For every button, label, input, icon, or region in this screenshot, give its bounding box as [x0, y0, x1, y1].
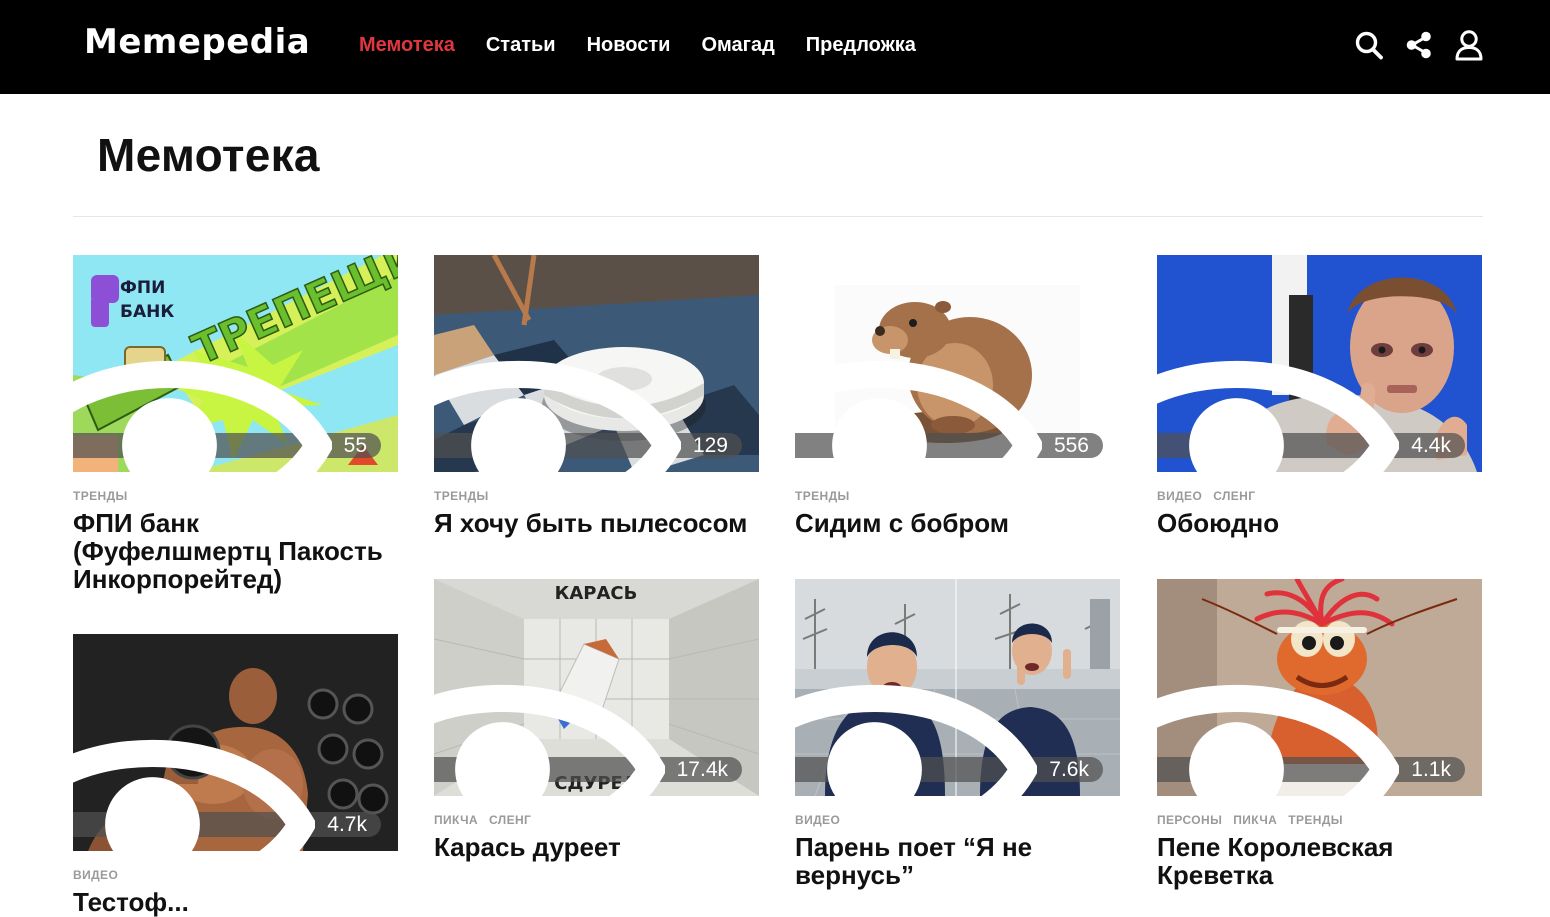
view-count: 556 — [1053, 433, 1089, 457]
meme-card[interactable]: 4.7k ВИДЕО Тестоф... — [73, 634, 398, 916]
card-thumbnail[interactable]: 129 — [434, 255, 759, 472]
card-title[interactable]: Я хочу быть пылесосом — [434, 509, 759, 537]
eye-icon — [434, 361, 681, 472]
view-count: 55 — [343, 433, 367, 457]
view-count: 4.7k — [327, 812, 367, 836]
card-title[interactable]: Сидим с бобром — [795, 509, 1120, 537]
card-tags: ТРЕНДЫ — [434, 489, 759, 503]
view-count-badge: 556 — [795, 361, 1103, 472]
header-actions — [1354, 29, 1484, 61]
view-count: 4.4k — [1411, 433, 1451, 457]
tag-pic[interactable]: ПИКЧА — [1233, 813, 1277, 827]
view-count-badge: 4.7k — [73, 740, 381, 851]
card-title[interactable]: Обоюдно — [1157, 509, 1482, 537]
card-tags: ТРЕНДЫ — [795, 489, 1120, 503]
eye-icon — [1157, 361, 1400, 472]
svg-text:БАНК: БАНК — [120, 302, 174, 322]
card-tags: ТРЕНДЫ — [73, 489, 398, 503]
card-tags: ВИДЕО — [73, 868, 398, 882]
view-count-badge: 4.4k — [1157, 361, 1465, 472]
card-title[interactable]: ФПИ банк (Фуфелшмертц Пакость Инкорпорей… — [73, 509, 398, 593]
tag-video[interactable]: ВИДЕО — [795, 813, 840, 827]
user-icon[interactable] — [1454, 29, 1484, 61]
view-count: 1.1k — [1411, 757, 1451, 781]
card-title[interactable]: Парень поет “Я не вернусь” — [795, 833, 1120, 889]
search-icon[interactable] — [1354, 29, 1384, 61]
tag-persons[interactable]: ПЕРСОНЫ — [1157, 813, 1222, 827]
card-tags: ПИКЧА СЛЕНГ — [434, 813, 759, 827]
tag-trends[interactable]: ТРЕНДЫ — [73, 489, 128, 503]
top-navigation-bar: Memepedia Мемотека Статьи Новости Омагад… — [0, 0, 1550, 94]
tag-video[interactable]: ВИДЕО — [73, 868, 118, 882]
meme-card[interactable]: 7.6k ВИДЕО Парень поет “Я не вернусь” — [795, 579, 1120, 889]
eye-icon — [73, 740, 316, 851]
card-title[interactable]: Пепе Королевская Креветка — [1157, 833, 1482, 889]
tag-video[interactable]: ВИДЕО — [1157, 489, 1202, 503]
eye-icon — [73, 361, 332, 472]
image-caption-top: КАРАСЬ — [555, 583, 638, 604]
tag-pic[interactable]: ПИКЧА — [434, 813, 478, 827]
eye-icon — [795, 685, 1038, 796]
nav-item-articles[interactable]: Статьи — [486, 32, 556, 58]
meme-card[interactable]: 4.4k ВИДЕО СЛЕНГ Обоюдно — [1157, 255, 1482, 537]
nav-item-omagad[interactable]: Омагад — [701, 32, 774, 58]
card-title[interactable]: Карась дуреет — [434, 833, 759, 861]
view-count-badge: 55 — [73, 361, 381, 472]
card-tags: ПЕРСОНЫ ПИКЧА ТРЕНДЫ — [1157, 813, 1482, 827]
card-title[interactable]: Тестоф... — [73, 888, 398, 916]
share-icon[interactable] — [1404, 29, 1434, 61]
tag-slang[interactable]: СЛЕНГ — [1213, 489, 1255, 503]
view-count: 17.4k — [676, 757, 728, 781]
view-count: 7.6k — [1049, 757, 1089, 781]
view-count: 129 — [692, 433, 728, 457]
card-thumbnail[interactable]: 4.4k — [1157, 255, 1482, 472]
svg-text:ФПИ: ФПИ — [120, 278, 165, 298]
meme-card[interactable]: 556 ТРЕНДЫ Сидим с бобром — [795, 255, 1120, 537]
tag-trends[interactable]: ТРЕНДЫ — [795, 489, 850, 503]
meme-card[interactable]: 1.1k ПЕРСОНЫ ПИКЧА ТРЕНДЫ Пепе Королевск… — [1157, 579, 1482, 889]
view-count-badge: 129 — [434, 361, 742, 472]
card-thumbnail[interactable]: ФПИ БАНК ТРЕПЕЩИТЕ 55 — [73, 255, 398, 472]
meme-card[interactable]: КАРАСЬ СДУРЕЛ 17.4k ПИКЧА СЛЕНГ Карась д… — [434, 579, 759, 861]
meme-card[interactable]: 129 ТРЕНДЫ Я хочу быть пылесосом — [434, 255, 759, 537]
tag-trends[interactable]: ТРЕНДЫ — [434, 489, 489, 503]
view-count-badge: 1.1k — [1157, 685, 1465, 796]
tag-slang[interactable]: СЛЕНГ — [489, 813, 531, 827]
nav-item-news[interactable]: Новости — [587, 32, 671, 58]
nav-item-suggest[interactable]: Предложка — [806, 32, 916, 58]
card-thumbnail[interactable]: 4.7k — [73, 634, 398, 851]
card-tags: ВИДЕО — [795, 813, 1120, 827]
tag-trends[interactable]: ТРЕНДЫ — [1288, 813, 1343, 827]
page-title: Мемотека — [97, 129, 320, 181]
view-count-badge: 7.6k — [795, 685, 1103, 796]
meme-card[interactable]: ФПИ БАНК ТРЕПЕЩИТЕ 55 ТРЕНДЫ ФПИ банк (Ф… — [73, 255, 398, 593]
view-count-badge: 17.4k — [434, 685, 742, 796]
eye-icon — [434, 685, 665, 796]
eye-icon — [795, 361, 1042, 472]
card-thumbnail[interactable]: КАРАСЬ СДУРЕЛ 17.4k — [434, 579, 759, 796]
card-tags: ВИДЕО СЛЕНГ — [1157, 489, 1482, 503]
nav-item-memoteka[interactable]: Мемотека — [359, 32, 455, 58]
card-thumbnail[interactable]: 556 — [795, 255, 1120, 472]
title-divider — [73, 216, 1483, 217]
card-thumbnail[interactable]: 7.6k — [795, 579, 1120, 796]
main-nav: Мемотека Статьи Новости Омагад Предложка — [359, 32, 916, 58]
site-logo[interactable]: Memepedia — [84, 22, 310, 62]
eye-icon — [1157, 685, 1400, 796]
card-thumbnail[interactable]: 1.1k — [1157, 579, 1482, 796]
